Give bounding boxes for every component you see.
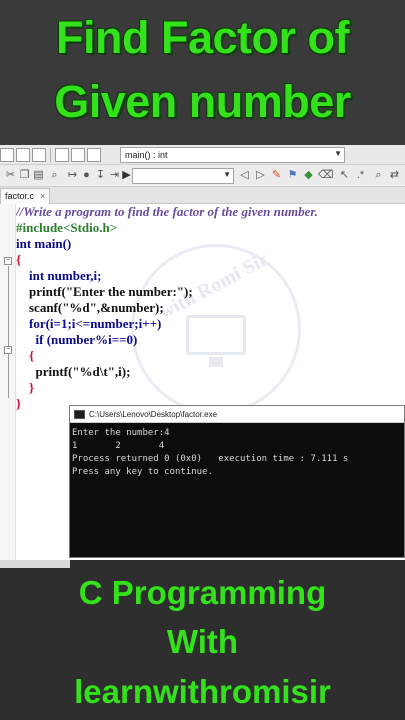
fold-toggle-icon[interactable]: − xyxy=(4,346,12,354)
step-icon[interactable]: ↦ xyxy=(66,169,79,182)
separator xyxy=(50,148,51,162)
title-line-1: Find Factor of xyxy=(56,12,349,63)
find-icon[interactable]: ⌕ xyxy=(372,169,385,182)
footer-line-2: With xyxy=(166,623,239,660)
search-icon[interactable]: ⌕ xyxy=(48,169,61,182)
chevron-down-icon: ▼ xyxy=(334,149,342,158)
bookmark-icon[interactable]: ⚑ xyxy=(286,169,299,182)
cut-icon[interactable]: ✂ xyxy=(4,169,17,182)
status-strip xyxy=(0,560,70,568)
title-line-2: Given number xyxy=(54,76,351,127)
console-output: Enter the number:4 1 2 4 Process returned … xyxy=(70,423,404,479)
monitor-stand-icon xyxy=(209,357,223,367)
toolbar-button[interactable] xyxy=(87,148,101,162)
next-icon[interactable]: ▷ xyxy=(254,169,267,182)
close-icon[interactable]: × xyxy=(40,191,45,202)
code-line: } xyxy=(16,380,35,395)
code-line: #include<Stdio.h> xyxy=(16,220,118,235)
fold-toggle-icon[interactable]: − xyxy=(4,257,12,265)
code-line: { xyxy=(16,252,22,267)
print-icon[interactable]: ▤ xyxy=(32,169,45,182)
function-selector-value: main() : int xyxy=(125,150,168,160)
highlight-icon[interactable]: ✎ xyxy=(270,169,283,182)
code-line: if (number%i==0) xyxy=(16,332,138,347)
fold-line xyxy=(8,266,9,398)
monitor-icon xyxy=(186,315,246,355)
breakpoint-icon[interactable]: ● xyxy=(80,169,93,182)
toolbar-button[interactable] xyxy=(55,148,69,162)
copy-icon[interactable]: ❐ xyxy=(18,169,31,182)
toolbar-button[interactable] xyxy=(32,148,46,162)
tab-factor-c[interactable]: factor.c × xyxy=(0,188,51,204)
console-line: Press any key to continue. xyxy=(72,467,213,477)
ide-top-bar: main() : int ▼ xyxy=(0,145,405,165)
step-into-icon[interactable]: ↧ xyxy=(94,169,107,182)
toolbar-button[interactable] xyxy=(71,148,85,162)
code-line: int number,i; xyxy=(16,268,102,283)
prev-icon[interactable]: ◁ xyxy=(238,169,251,182)
code-line: printf("%d\t",i); xyxy=(16,364,131,379)
toolbar-button[interactable] xyxy=(0,148,14,162)
footer-banner: C Programming With learnwithromisir xyxy=(0,560,405,720)
console-window[interactable]: C:\Users\Lenovo\Desktop\factor.exe Enter… xyxy=(69,405,405,558)
toggle-icon[interactable]: ◆ xyxy=(302,169,315,182)
footer-line-1: C Programming xyxy=(78,574,327,611)
code-line: { xyxy=(16,348,35,363)
editor-tab-bar: factor.c × xyxy=(0,187,405,204)
title-banner: Find Factor of Given number xyxy=(0,0,405,145)
console-icon xyxy=(74,409,85,419)
console-title: C:\Users\Lenovo\Desktop\factor.exe xyxy=(89,409,218,419)
code-line: } xyxy=(16,396,22,411)
console-line: 1 2 4 xyxy=(72,441,165,451)
code-line: int main() xyxy=(16,236,72,251)
mini-toolbar xyxy=(0,148,101,162)
console-title-bar[interactable]: C:\Users\Lenovo\Desktop\factor.exe xyxy=(70,406,404,423)
function-selector[interactable]: main() : int ▼ xyxy=(120,147,345,163)
code-line: //Write a program to find the factor of … xyxy=(16,204,319,219)
ide-toolbar: ✂ ❐ ▤ ⌕ ↦ ● ↧ ⇥ ▶ ▼ ◁ ▷ ✎ ⚑ ◆ ⌫ ↖ .* ⌕ ⇄ xyxy=(0,165,405,187)
fold-gutter: − − xyxy=(0,204,16,560)
code-line: for(i=1;i<=number;i++) xyxy=(16,316,162,331)
clear-icon[interactable]: ⌫ xyxy=(318,169,334,182)
console-line: Process returned 0 (0x0) execution time … xyxy=(72,454,349,464)
code-line: scanf("%d",&number); xyxy=(16,300,164,315)
chevron-down-icon: ▼ xyxy=(223,170,231,179)
toolbar-button[interactable] xyxy=(16,148,30,162)
build-target-select[interactable]: ▼ xyxy=(132,168,234,184)
replace-icon[interactable]: ⇄ xyxy=(388,169,401,182)
console-line: Enter the number:4 xyxy=(72,428,170,438)
regex-icon[interactable]: .* xyxy=(354,169,367,182)
pointer-icon[interactable]: ↖ xyxy=(338,169,351,182)
tab-label: factor.c xyxy=(5,191,35,201)
code-line: printf("Enter the number:"); xyxy=(16,284,193,299)
footer-line-3: learnwithromisir xyxy=(74,673,331,710)
